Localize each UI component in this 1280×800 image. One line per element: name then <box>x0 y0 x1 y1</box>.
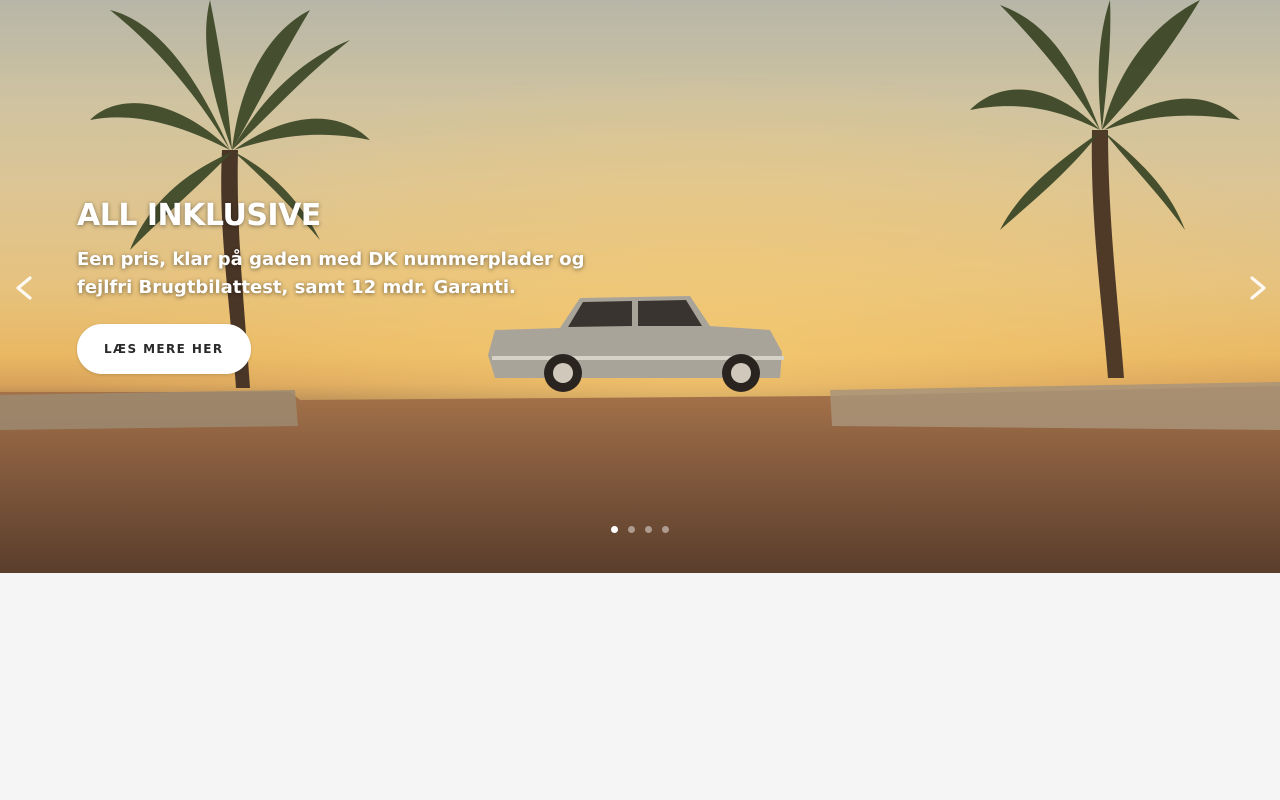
slider-prev-button[interactable] <box>4 268 44 308</box>
slider-dot-3[interactable] <box>645 526 652 533</box>
slide-content: ALL INKLUSIVE Een pris, klar på gaden me… <box>77 196 597 374</box>
hero-slider: ALL INKLUSIVE Een pris, klar på gaden me… <box>0 0 1280 573</box>
chevron-left-icon <box>16 276 32 300</box>
chevron-right-icon <box>1250 276 1266 300</box>
slide-description: Een pris, klar på gaden med DK nummerpla… <box>77 249 585 298</box>
page-body <box>0 573 1280 800</box>
slider-dot-2[interactable] <box>628 526 635 533</box>
read-more-button[interactable]: LÆS MERE HER <box>77 324 251 374</box>
slider-pagination <box>611 526 669 533</box>
slide-title: ALL INKLUSIVE <box>77 198 321 233</box>
slider-next-button[interactable] <box>1238 268 1278 308</box>
slider-dot-4[interactable] <box>662 526 669 533</box>
slider-dot-1[interactable] <box>611 526 618 533</box>
